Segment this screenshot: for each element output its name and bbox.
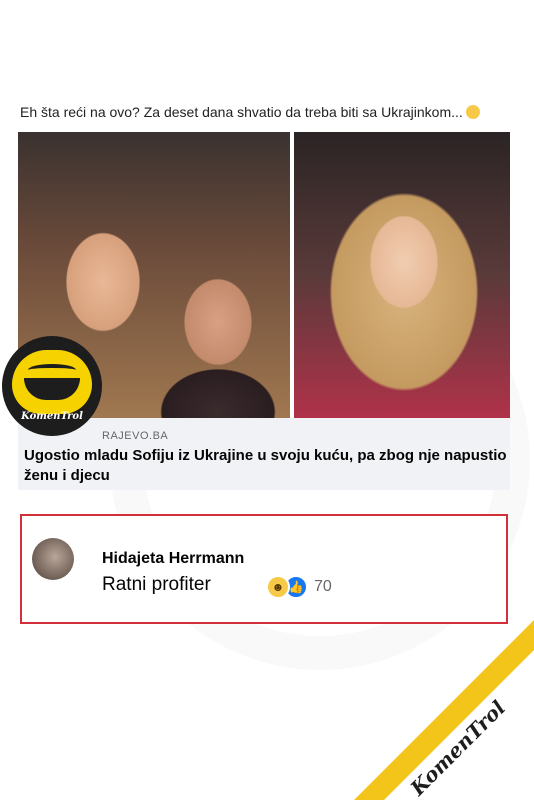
post-caption-text: Eh šta reći na ovo? Za deset dana shvati… <box>20 104 463 120</box>
post-caption: Eh šta reći na ovo? Za deset dana shvati… <box>20 104 520 120</box>
link-domain: RAJEVO.BA <box>102 430 169 442</box>
comment-text: Ratni profiter <box>102 574 211 595</box>
trollface-icon <box>12 350 92 414</box>
worried-face-icon <box>465 105 480 119</box>
comment-author[interactable]: Hidajeta Herrmann <box>102 550 244 568</box>
link-preview[interactable]: RAJEVO.BA Ugostio mladu Sofiju iz Ukraji… <box>18 418 510 490</box>
avatar[interactable] <box>32 538 74 580</box>
link-title[interactable]: Ugostio mladu Sofiju iz Ukrajine u svoju… <box>24 446 508 486</box>
reaction-count: 70 <box>314 578 332 595</box>
highlighted-comment: Hidajeta Herrmann Ratni profiter ☻ 👍 70 <box>20 514 508 624</box>
woman-photo[interactable] <box>294 132 510 418</box>
comment-reactions[interactable]: ☻ 👍 70 <box>266 574 332 600</box>
badge-logo-text: KomenTrol <box>21 411 83 422</box>
corner-brand-ribbon: KomenTrol <box>354 620 534 800</box>
trollface-logo: KomenTrol <box>2 336 102 436</box>
haha-reaction-icon: ☻ <box>266 575 290 599</box>
ribbon-inner <box>384 650 534 800</box>
